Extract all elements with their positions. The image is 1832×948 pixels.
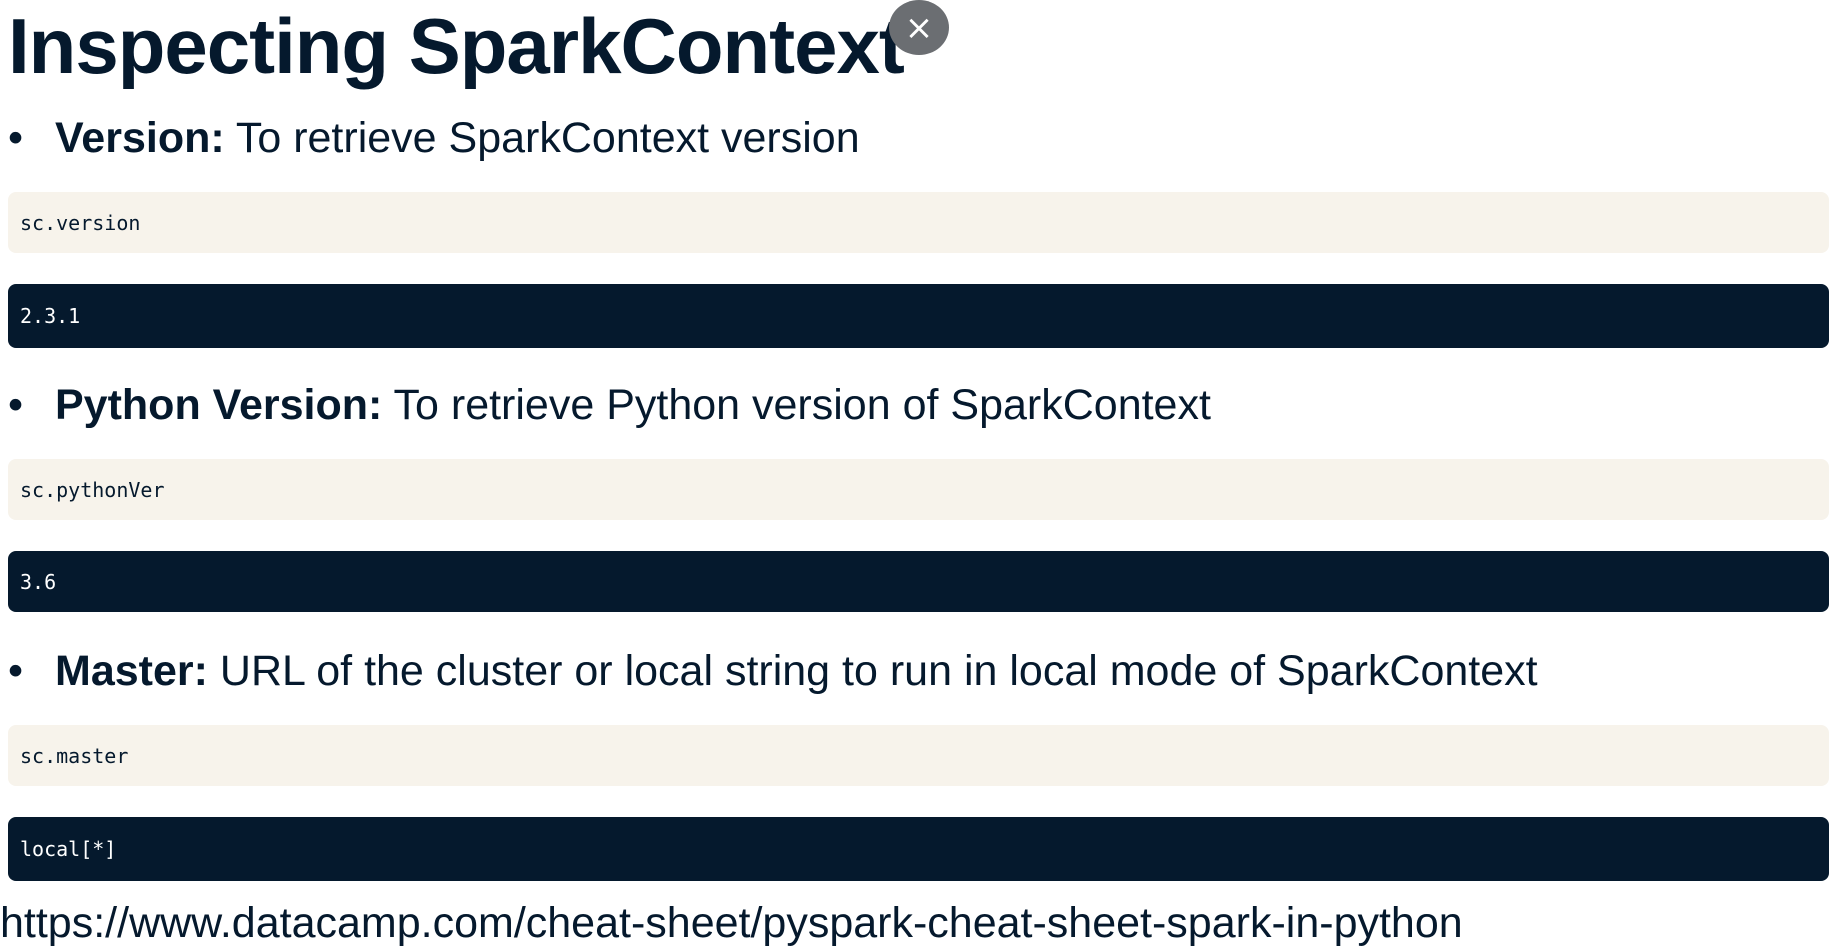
bullet-item-python-version: • Python Version: To retrieve Python vers… — [8, 380, 1211, 430]
code-text: sc.version — [20, 210, 141, 235]
bullet-description: To retrieve SparkContext version — [224, 114, 860, 162]
close-icon: × — [904, 7, 934, 48]
bullet-label: Python Version: — [55, 381, 383, 429]
bullet-description: URL of the cluster or local string to ru… — [207, 647, 1538, 695]
code-block: sc.master — [8, 725, 1829, 786]
bullet-dot: • — [8, 647, 24, 695]
code-text: sc.master — [20, 743, 129, 768]
close-button[interactable]: × — [889, 0, 949, 55]
output-text: local[*] — [20, 837, 117, 861]
output-text: 3.6 — [20, 569, 57, 594]
bullet-dot: • — [8, 114, 24, 162]
bullet-description: To retrieve Python version of SparkConte… — [382, 381, 1211, 429]
page-title: Inspecting SparkContext — [8, 2, 905, 90]
code-text: sc.pythonVer — [20, 477, 165, 502]
code-block: sc.version — [8, 192, 1829, 253]
bullet-label: Version: — [55, 114, 225, 162]
bullet-dot: • — [8, 381, 24, 429]
bullet-item-version: • Version: To retrieve SparkContext versi… — [8, 113, 860, 163]
bullet-label: Master: — [55, 647, 208, 695]
code-block: sc.pythonVer — [8, 459, 1829, 520]
bullet-item-master: • Master: URL of the cluster or local str… — [8, 646, 1538, 696]
output-block: local[*] — [8, 817, 1829, 881]
output-block: 3.6 — [8, 551, 1829, 612]
output-block: 2.3.1 — [8, 284, 1829, 348]
output-text: 2.3.1 — [20, 304, 81, 328]
